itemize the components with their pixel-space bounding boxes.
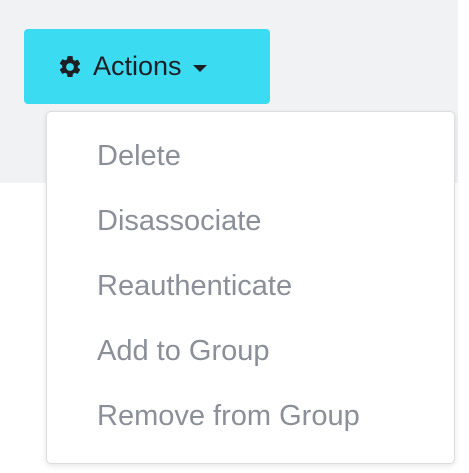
actions-button-label: Actions bbox=[93, 51, 182, 81]
gear-icon bbox=[57, 54, 83, 80]
menu-item-remove-from-group[interactable]: Remove from Group bbox=[47, 384, 454, 449]
actions-button[interactable]: Actions bbox=[24, 29, 270, 104]
menu-item-reauthenticate[interactable]: Reauthenticate bbox=[47, 254, 454, 319]
menu-item-add-to-group[interactable]: Add to Group bbox=[47, 319, 454, 384]
actions-dropdown-menu: Delete Disassociate Reauthenticate Add t… bbox=[46, 111, 455, 464]
menu-item-disassociate[interactable]: Disassociate bbox=[47, 189, 454, 254]
caret-down-icon bbox=[192, 64, 207, 72]
menu-item-delete[interactable]: Delete bbox=[47, 124, 454, 189]
